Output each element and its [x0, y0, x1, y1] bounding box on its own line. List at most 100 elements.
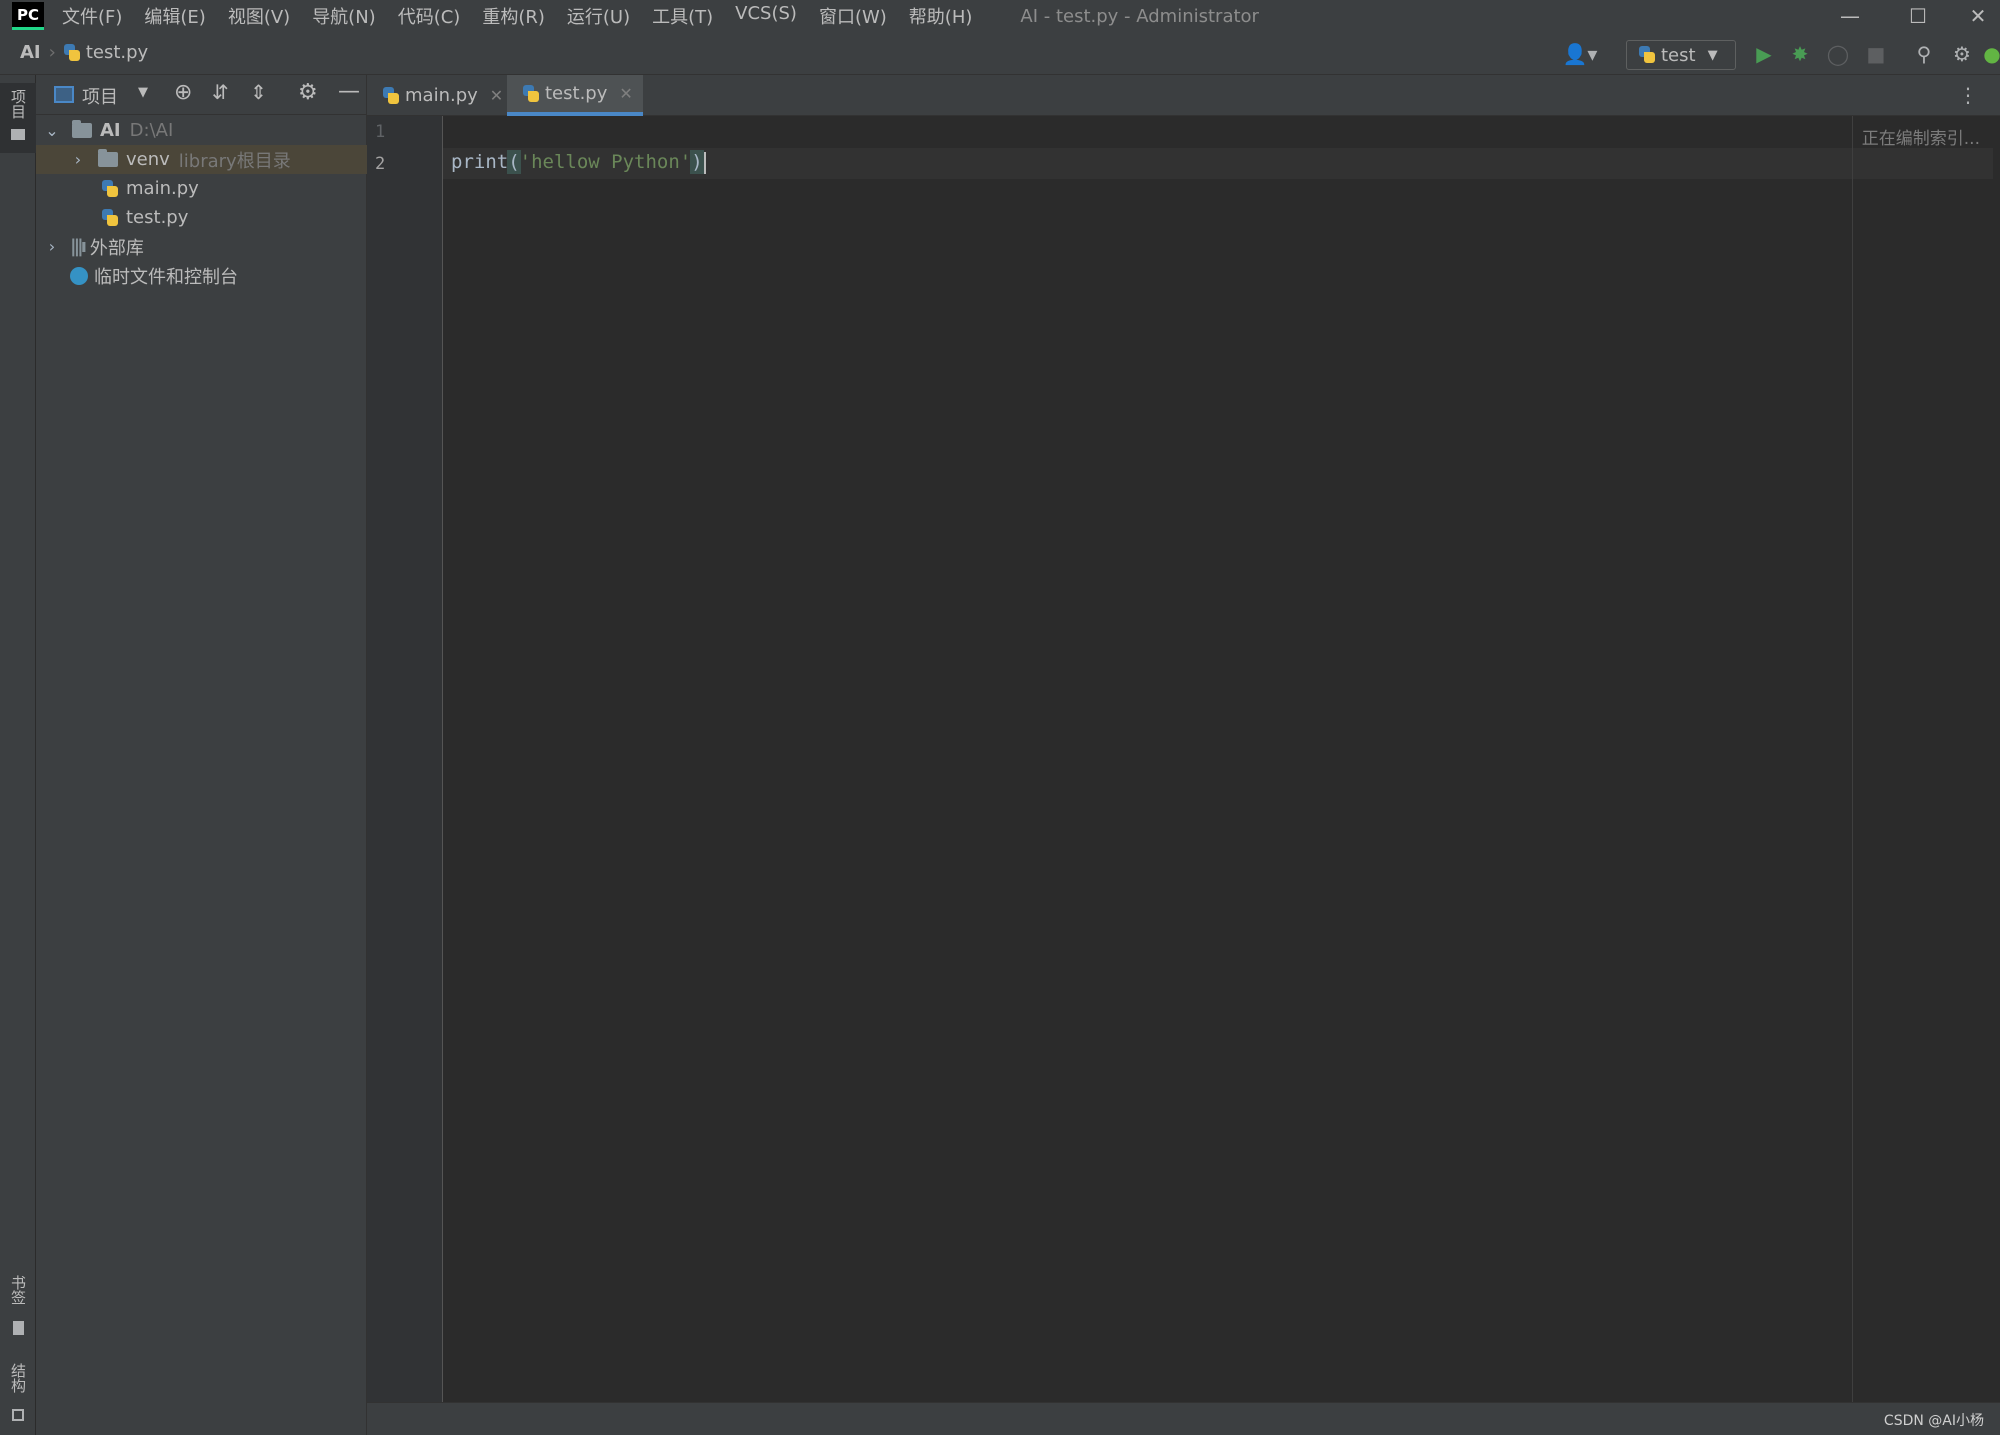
- menu-edit[interactable]: 编辑(E): [144, 3, 205, 29]
- chevron-down-icon[interactable]: ▼: [138, 85, 148, 100]
- python-file-icon: [523, 84, 539, 103]
- python-file-icon: [102, 208, 118, 227]
- close-window-icon[interactable]: ✕: [1950, 0, 2000, 32]
- tree-item-label: main.py: [126, 178, 199, 199]
- search-icon[interactable]: ⚲: [1910, 40, 1938, 68]
- settings-gear-icon[interactable]: ⚙: [1948, 40, 1976, 68]
- more-options-icon[interactable]: ⋮: [1958, 83, 1978, 107]
- menu-run[interactable]: 运行(U): [567, 3, 630, 29]
- right-margin-guide: [1852, 116, 1853, 1402]
- chevron-down-icon[interactable]: ⌄: [40, 121, 64, 140]
- code-string: 'hellow Python': [519, 151, 692, 173]
- pycharm-logo-icon[interactable]: PC: [12, 2, 44, 30]
- bookmarks-tool-label[interactable]: 书签: [8, 1275, 29, 1305]
- tree-root-label: AI: [100, 120, 121, 141]
- debug-icon[interactable]: ✸: [1786, 40, 1814, 68]
- chevron-right-icon[interactable]: ›: [66, 150, 90, 169]
- python-file-icon: [102, 179, 118, 198]
- text-caret: [703, 151, 706, 174]
- editor-tabs: main.py ✕ test.py ✕ ⋮: [367, 75, 2000, 116]
- menu-vcs[interactable]: VCS(S): [735, 3, 797, 29]
- run-configuration-select[interactable]: test ▼: [1626, 40, 1736, 70]
- tree-item-external-libraries[interactable]: › |||ı 外部库: [36, 232, 367, 261]
- watermark: CSDN @AI小杨: [1883, 1413, 1984, 1429]
- tree-item-label: 临时文件和控制台: [94, 266, 238, 288]
- folder-icon: [11, 129, 25, 140]
- python-icon: [1639, 46, 1655, 64]
- chevron-right-icon[interactable]: ›: [40, 237, 64, 256]
- code-function: print: [451, 151, 509, 173]
- code-paren-open: (: [507, 150, 521, 174]
- navigation-bar: AI › test.py 👤▾ test ▼ ▶ ✸ ◯ ■ ⚲ ⚙ ●: [0, 32, 2000, 75]
- line-number-gutter: 1 2: [367, 116, 443, 1402]
- menu-file[interactable]: 文件(F): [62, 3, 122, 29]
- title-bar: PC 文件(F) 编辑(E) 视图(V) 导航(N) 代码(C) 重构(R) 运…: [0, 0, 2000, 32]
- tree-item-label: test.py: [126, 207, 189, 228]
- project-view-title[interactable]: 项目: [82, 83, 118, 109]
- bookmark-icon[interactable]: [13, 1321, 24, 1335]
- project-view-icon: [54, 86, 74, 103]
- tree-item-label: 外部库: [89, 237, 144, 259]
- project-tool-label: 项目: [9, 89, 27, 119]
- close-tab-icon[interactable]: ✕: [490, 86, 503, 105]
- expand-all-icon[interactable]: ⇵: [212, 80, 229, 104]
- user-account-icon[interactable]: 👤▾: [1560, 40, 1600, 68]
- tab-test-py[interactable]: test.py ✕: [507, 75, 643, 116]
- structure-tool-label[interactable]: 结构: [8, 1363, 29, 1393]
- left-tool-strip: 项目 书签 结构: [0, 75, 36, 1435]
- status-bar: [367, 1402, 2000, 1435]
- indexing-status: 正在编制索引...: [1861, 129, 1980, 149]
- tab-label: main.py: [405, 85, 478, 106]
- tree-item-scratches[interactable]: 临时文件和控制台: [36, 261, 367, 290]
- main-menu: 文件(F) 编辑(E) 视图(V) 导航(N) 代码(C) 重构(R) 运行(U…: [62, 3, 994, 29]
- menu-code[interactable]: 代码(C): [398, 3, 461, 29]
- library-icon: |||ı: [70, 236, 87, 257]
- tree-root-ai[interactable]: ⌄ AI D:\AI: [36, 116, 367, 145]
- chevron-down-icon: ▼: [1707, 47, 1718, 63]
- code-paren-close: ): [690, 150, 704, 174]
- code-editor[interactable]: print('hellow Python'): [443, 116, 2000, 1402]
- line-number: 1: [375, 122, 386, 142]
- menu-refactor[interactable]: 重构(R): [482, 3, 545, 29]
- python-file-icon: [383, 86, 399, 105]
- tab-label: test.py: [545, 83, 608, 104]
- folder-icon: [72, 120, 92, 138]
- tree-item-venv[interactable]: › venv library根目录: [36, 145, 367, 174]
- tree-root-path: D:\AI: [129, 120, 174, 141]
- breadcrumb-separator-icon: ›: [48, 42, 56, 63]
- run-icon[interactable]: ▶: [1750, 40, 1778, 68]
- menu-tools[interactable]: 工具(T): [652, 3, 713, 29]
- panel-settings-gear-icon[interactable]: ⚙: [298, 80, 318, 105]
- run-with-coverage-icon[interactable]: ◯: [1824, 40, 1852, 68]
- close-tab-icon[interactable]: ✕: [619, 84, 632, 103]
- scratches-clock-icon: [70, 266, 88, 285]
- locate-file-icon[interactable]: ⊕: [174, 80, 192, 105]
- tab-main-py[interactable]: main.py ✕: [367, 75, 513, 116]
- breadcrumb: AI › test.py: [20, 42, 148, 63]
- tree-item-label: venv: [126, 149, 170, 170]
- menu-help[interactable]: 帮助(H): [909, 3, 973, 29]
- code-line[interactable]: print('hellow Python'): [451, 150, 706, 174]
- tree-item-note: library根目录: [178, 150, 291, 172]
- menu-window[interactable]: 窗口(W): [819, 3, 887, 29]
- plugin-status-icon[interactable]: ●: [1983, 40, 2000, 68]
- project-panel: 项目 ▼ ⊕ ⇵ ⇕ ⚙ — ⌄ AI D:\AI › venv library…: [36, 75, 367, 1435]
- window-title: AI - test.py - Administrator: [1020, 5, 1259, 27]
- breadcrumb-file[interactable]: test.py: [86, 42, 148, 63]
- menu-navigate[interactable]: 导航(N): [312, 3, 376, 29]
- hide-panel-icon[interactable]: —: [338, 79, 360, 104]
- structure-icon[interactable]: [12, 1409, 24, 1421]
- stop-icon[interactable]: ■: [1862, 40, 1890, 68]
- line-number: 2: [375, 154, 386, 174]
- menu-view[interactable]: 视图(V): [228, 3, 290, 29]
- tree-item-main-py[interactable]: main.py: [36, 174, 367, 203]
- run-config-label: test: [1661, 44, 1696, 66]
- project-tool-button[interactable]: 项目: [0, 83, 36, 153]
- maximize-icon[interactable]: ☐: [1890, 0, 1946, 32]
- python-file-icon: [63, 43, 80, 62]
- minimize-icon[interactable]: —: [1822, 0, 1878, 32]
- collapse-all-icon[interactable]: ⇕: [250, 80, 267, 104]
- tree-item-test-py[interactable]: test.py: [36, 203, 367, 232]
- folder-icon: [98, 149, 118, 167]
- breadcrumb-project[interactable]: AI: [20, 42, 41, 63]
